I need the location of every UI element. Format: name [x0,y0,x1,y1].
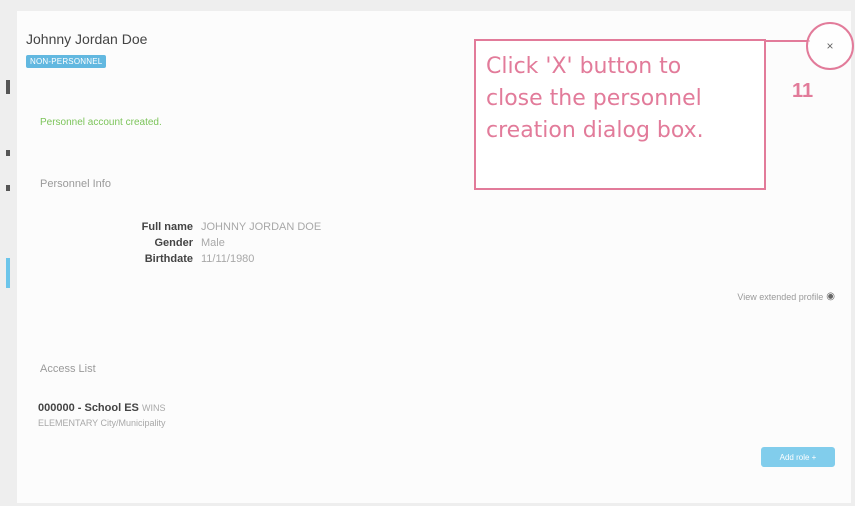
dialog-title: Johnny Jordan Doe [26,31,148,47]
view-extended-profile-link[interactable]: View extended profile ◉ [737,291,835,302]
field-label: Full name [141,221,193,233]
view-profile-label: View extended profile [737,291,824,302]
background-edge-mark [6,185,10,191]
school-code: WINS [141,403,166,413]
instruction-callout: Click 'X' button to close the personnel … [474,39,766,190]
field-label: Birthdate [144,253,193,265]
status-badge: NON-PERSONNEL [26,55,107,68]
eye-icon: ◉ [826,291,835,302]
step-number: 11 [792,80,814,102]
field-label: Gender [154,237,193,249]
annotation-connector [766,40,810,42]
background-edge-mark [6,150,10,156]
field-value: JOHNNY JORDAN DOE [201,221,322,233]
success-message: Personnel account created. [40,117,162,128]
field-value: 11/11/1980 [201,253,255,265]
add-role-button[interactable]: Add role + [761,447,835,467]
callout-line: Click 'X' button to [486,54,682,79]
personnel-info-heading: Personnel Info [40,178,111,190]
background-edge-mark [6,80,10,94]
school-name: 000000 - School ES [38,402,139,414]
background-active-bar [6,258,10,288]
field-value: Male [201,237,225,249]
school-description: ELEMENTARY City/Municipality [38,418,166,428]
close-button-highlight[interactable]: × [806,22,854,70]
callout-line: creation dialog box. [486,118,704,143]
access-list-heading: Access List [40,363,96,375]
access-item-school: 000000 - School ES WINS [38,402,165,414]
close-icon[interactable]: × [826,39,833,53]
callout-line: close the personnel [486,86,702,111]
